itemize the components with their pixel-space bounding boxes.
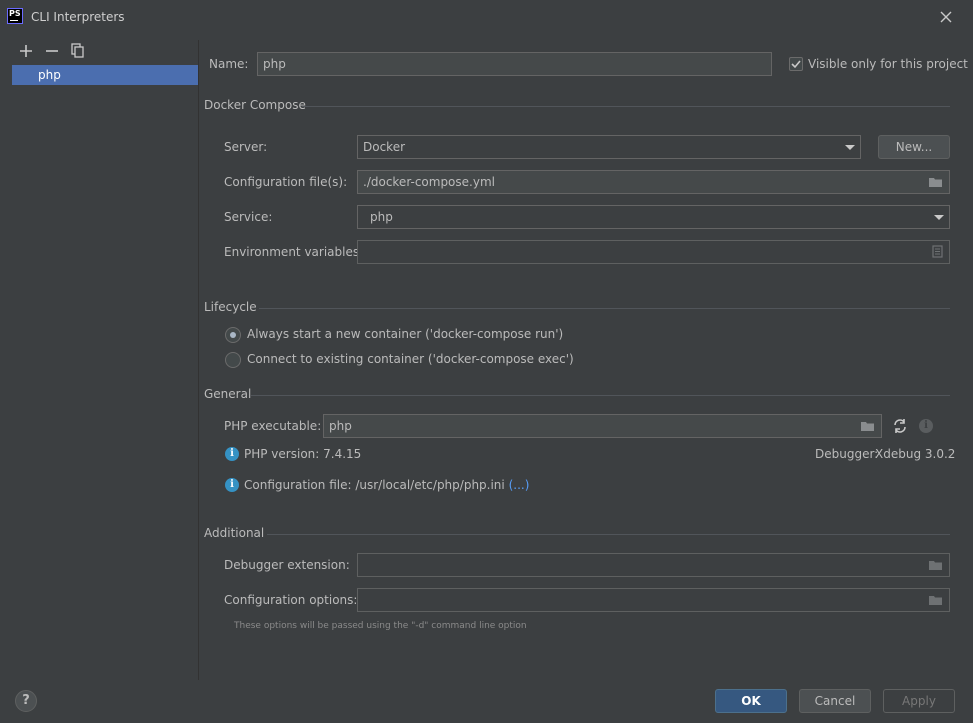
debugger-extension-label: Debugger extension:	[224, 558, 350, 572]
additional-section-title: Additional	[204, 526, 265, 540]
document-icon[interactable]	[932, 245, 943, 258]
folder-icon[interactable]	[860, 420, 875, 432]
info-icon[interactable]: i	[919, 419, 933, 433]
general-section-title: General	[204, 387, 252, 401]
check-icon	[791, 60, 801, 69]
info-icon: i	[225, 447, 239, 461]
folder-icon[interactable]	[928, 176, 943, 188]
server-select[interactable]: Docker	[357, 135, 861, 159]
env-vars-input[interactable]	[357, 240, 950, 264]
visible-only-checkbox[interactable]	[789, 57, 803, 71]
lifecycle-separator	[259, 308, 950, 309]
folder-icon[interactable]	[928, 594, 943, 606]
copy-icon[interactable]	[68, 41, 88, 61]
title-bar: PS CLI Interpreters	[0, 0, 973, 34]
php-executable-input[interactable]: php	[323, 414, 882, 438]
interpreter-list: php	[12, 65, 198, 85]
chevron-down-icon	[934, 215, 944, 220]
general-separator	[251, 395, 950, 396]
ok-button[interactable]: OK	[715, 689, 787, 713]
radio-always-start-new[interactable]	[225, 327, 241, 343]
service-select[interactable]: php	[357, 205, 950, 229]
php-executable-value: php	[329, 419, 352, 433]
service-label: Service:	[224, 210, 273, 224]
folder-icon[interactable]	[928, 559, 943, 571]
radio-dot	[230, 332, 236, 338]
debugger-value: Xdebug 3.0.2	[875, 447, 956, 461]
config-file-more-link[interactable]: (...)	[509, 478, 530, 492]
docker-compose-section-title: Docker Compose	[204, 98, 306, 112]
config-options-hint: These options will be passed using the "…	[234, 621, 527, 631]
config-file-path: Configuration file: /usr/local/etc/php/p…	[244, 478, 505, 492]
name-input[interactable]: php	[257, 52, 772, 76]
help-button[interactable]: ?	[15, 690, 37, 712]
window-title: CLI Interpreters	[31, 10, 125, 24]
config-file-text: Configuration file: /usr/local/etc/php/p…	[244, 478, 529, 492]
additional-separator	[267, 534, 950, 535]
add-icon[interactable]	[16, 41, 36, 61]
debugger-extension-input[interactable]	[357, 553, 950, 577]
radio-connect-existing[interactable]	[225, 352, 241, 368]
env-vars-label: Environment variables:	[224, 245, 364, 259]
php-version-text: PHP version: 7.4.15	[244, 447, 362, 461]
server-select-value: Docker	[363, 140, 406, 154]
config-files-value: ./docker-compose.yml	[363, 175, 495, 189]
radio-connect-existing-label: Connect to existing container ('docker-c…	[247, 352, 574, 366]
php-executable-label: PHP executable:	[224, 419, 322, 433]
docker-compose-separator	[302, 106, 950, 107]
panel-divider	[198, 40, 199, 680]
config-files-label: Configuration file(s):	[224, 175, 348, 189]
new-server-button[interactable]: New...	[878, 135, 950, 159]
interpreter-item-php[interactable]: php	[12, 65, 198, 85]
visible-only-label: Visible only for this project	[808, 57, 968, 71]
name-label: Name:	[209, 57, 249, 71]
server-label: Server:	[224, 140, 268, 154]
service-select-value: php	[370, 210, 393, 224]
apply-button[interactable]: Apply	[883, 689, 955, 713]
phpstorm-logo-icon: PS	[7, 8, 23, 24]
config-options-input[interactable]	[357, 588, 950, 612]
lifecycle-section-title: Lifecycle	[204, 300, 257, 314]
config-options-label: Configuration options:	[224, 593, 358, 607]
remove-icon[interactable]	[42, 41, 62, 61]
cancel-button[interactable]: Cancel	[799, 689, 871, 713]
chevron-down-icon	[845, 145, 855, 150]
debugger-label: Debugger:	[815, 447, 879, 461]
refresh-icon[interactable]	[892, 418, 908, 434]
interpreters-panel	[0, 34, 199, 678]
radio-always-start-new-label: Always start a new container ('docker-co…	[247, 327, 564, 341]
config-files-input[interactable]: ./docker-compose.yml	[357, 170, 950, 194]
info-icon: i	[225, 478, 239, 492]
close-icon[interactable]	[937, 8, 955, 26]
